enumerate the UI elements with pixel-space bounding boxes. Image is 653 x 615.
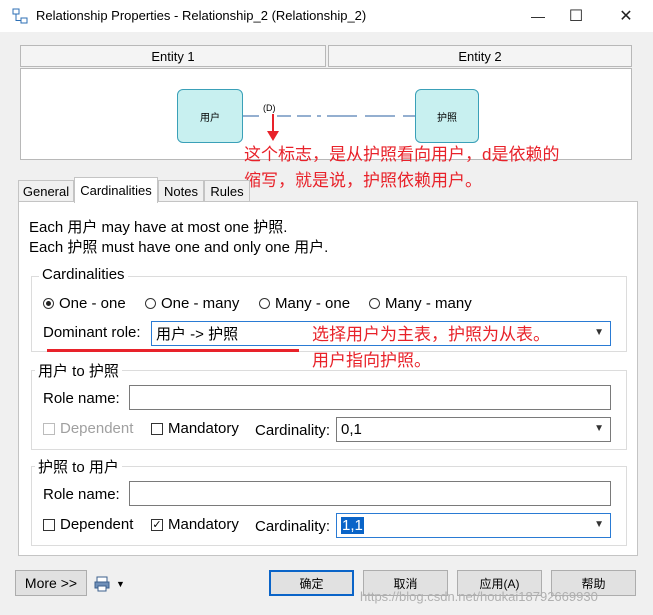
chevron-down-icon: ▼ — [594, 423, 604, 434]
annotation-2-line-2: 用户指向护照。 — [312, 351, 431, 370]
relationship-properties-window: Relationship Properties - Relationship_2… — [0, 0, 653, 615]
checkbox-label: Dependent — [60, 516, 134, 533]
checkbox-label: Mandatory — [168, 516, 239, 533]
print-menu-button[interactable]: ▼ — [94, 574, 130, 594]
role2-group-title: 护照 to 用户 — [35, 456, 122, 477]
role2-dependent-checkbox[interactable]: Dependent — [43, 516, 133, 533]
title-bar: Relationship Properties - Relationship_2… — [0, 0, 653, 32]
dependency-mark: (D) — [263, 103, 276, 113]
checkbox-indicator — [43, 422, 55, 435]
tab-cardinalities[interactable]: Cardinalities — [74, 177, 158, 203]
role2-role-name-label: Role name: — [43, 486, 120, 503]
radio-label: Many - many — [385, 295, 472, 312]
window-title: Relationship Properties - Relationship_2… — [36, 8, 367, 23]
radio-label: One - many — [161, 295, 240, 312]
role1-cardinality-select[interactable]: 0,1 ▼ — [336, 417, 611, 442]
radio-one-many[interactable]: One - many — [145, 295, 239, 312]
radio-many-one[interactable]: Many - one — [259, 295, 350, 312]
tab-general[interactable]: General — [18, 180, 74, 202]
radio-label: One - one — [59, 295, 126, 312]
radio-many-many[interactable]: Many - many — [369, 295, 472, 312]
radio-indicator — [369, 298, 380, 309]
ok-button[interactable]: 确定 — [269, 570, 354, 596]
checkbox-label: Dependent — [60, 420, 134, 437]
checkbox-indicator — [43, 518, 55, 531]
role1-dependent-checkbox[interactable]: Dependent — [43, 420, 133, 437]
radio-indicator — [43, 298, 54, 309]
print-icon — [94, 576, 110, 592]
role1-role-name-input[interactable] — [129, 385, 611, 410]
cardinality-sentence-2: Each 护照 must have one and only one 用户. — [29, 239, 329, 256]
entity1-header: Entity 1 — [20, 45, 326, 67]
dominant-role-value: 用户 -> 护照 — [156, 326, 239, 343]
role2-cardinality-select[interactable]: 1,1 ▼ — [336, 513, 611, 538]
close-button[interactable]: ✕ — [603, 0, 649, 32]
radio-indicator — [145, 298, 156, 309]
cardinality-sentence-1: Each 用户 may have at most one 护照. — [29, 219, 288, 236]
watermark: https://blog.csdn.net/houkai18792669930 — [360, 589, 598, 604]
cardinalities-panel: Each 用户 may have at most one 护照. Each 护照… — [18, 201, 638, 556]
entity2-header: Entity 2 — [328, 45, 632, 67]
cardinalities-group-title: Cardinalities — [39, 266, 128, 283]
checkbox-label: Mandatory — [168, 420, 239, 437]
checkbox-checked-indicator: ✓ — [151, 518, 163, 531]
chevron-down-icon: ▼ — [594, 519, 604, 530]
radio-one-one[interactable]: One - one — [43, 295, 126, 312]
annotation-2-line-1: 选择用户为主表，护照为从表。 — [312, 325, 550, 344]
checkbox-indicator — [151, 422, 163, 435]
annotation-1-line-1: 这个标志，是从护照看向用户，d是依赖的 — [244, 145, 560, 164]
annotation-underline — [47, 349, 299, 352]
role2-cardinality-value: 1,1 — [341, 517, 364, 534]
role1-mandatory-checkbox[interactable]: Mandatory — [151, 420, 239, 437]
more-button[interactable]: More >> — [15, 570, 87, 596]
maximize-button[interactable]: ☐ — [553, 0, 599, 32]
radio-label: Many - one — [275, 295, 351, 312]
annotation-1-line-2: 缩写，就是说，护照依赖用户。 — [244, 171, 482, 190]
dominant-role-label: Dominant role: — [43, 324, 141, 341]
tab-rules[interactable]: Rules — [204, 180, 250, 202]
tab-notes[interactable]: Notes — [158, 180, 204, 202]
role2-cardinality-label: Cardinality: — [255, 518, 331, 535]
role1-role-name-label: Role name: — [43, 390, 120, 407]
role1-cardinality-value: 0,1 — [341, 421, 362, 438]
role1-group-title: 用户 to 护照 — [35, 360, 122, 381]
radio-indicator — [259, 298, 270, 309]
role2-mandatory-checkbox[interactable]: ✓ Mandatory — [151, 516, 239, 533]
role2-role-name-input[interactable] — [129, 481, 611, 506]
role1-cardinality-label: Cardinality: — [255, 422, 331, 439]
chevron-down-icon: ▼ — [594, 327, 604, 338]
chevron-down-icon: ▼ — [116, 579, 125, 589]
relationship-icon — [12, 8, 28, 24]
